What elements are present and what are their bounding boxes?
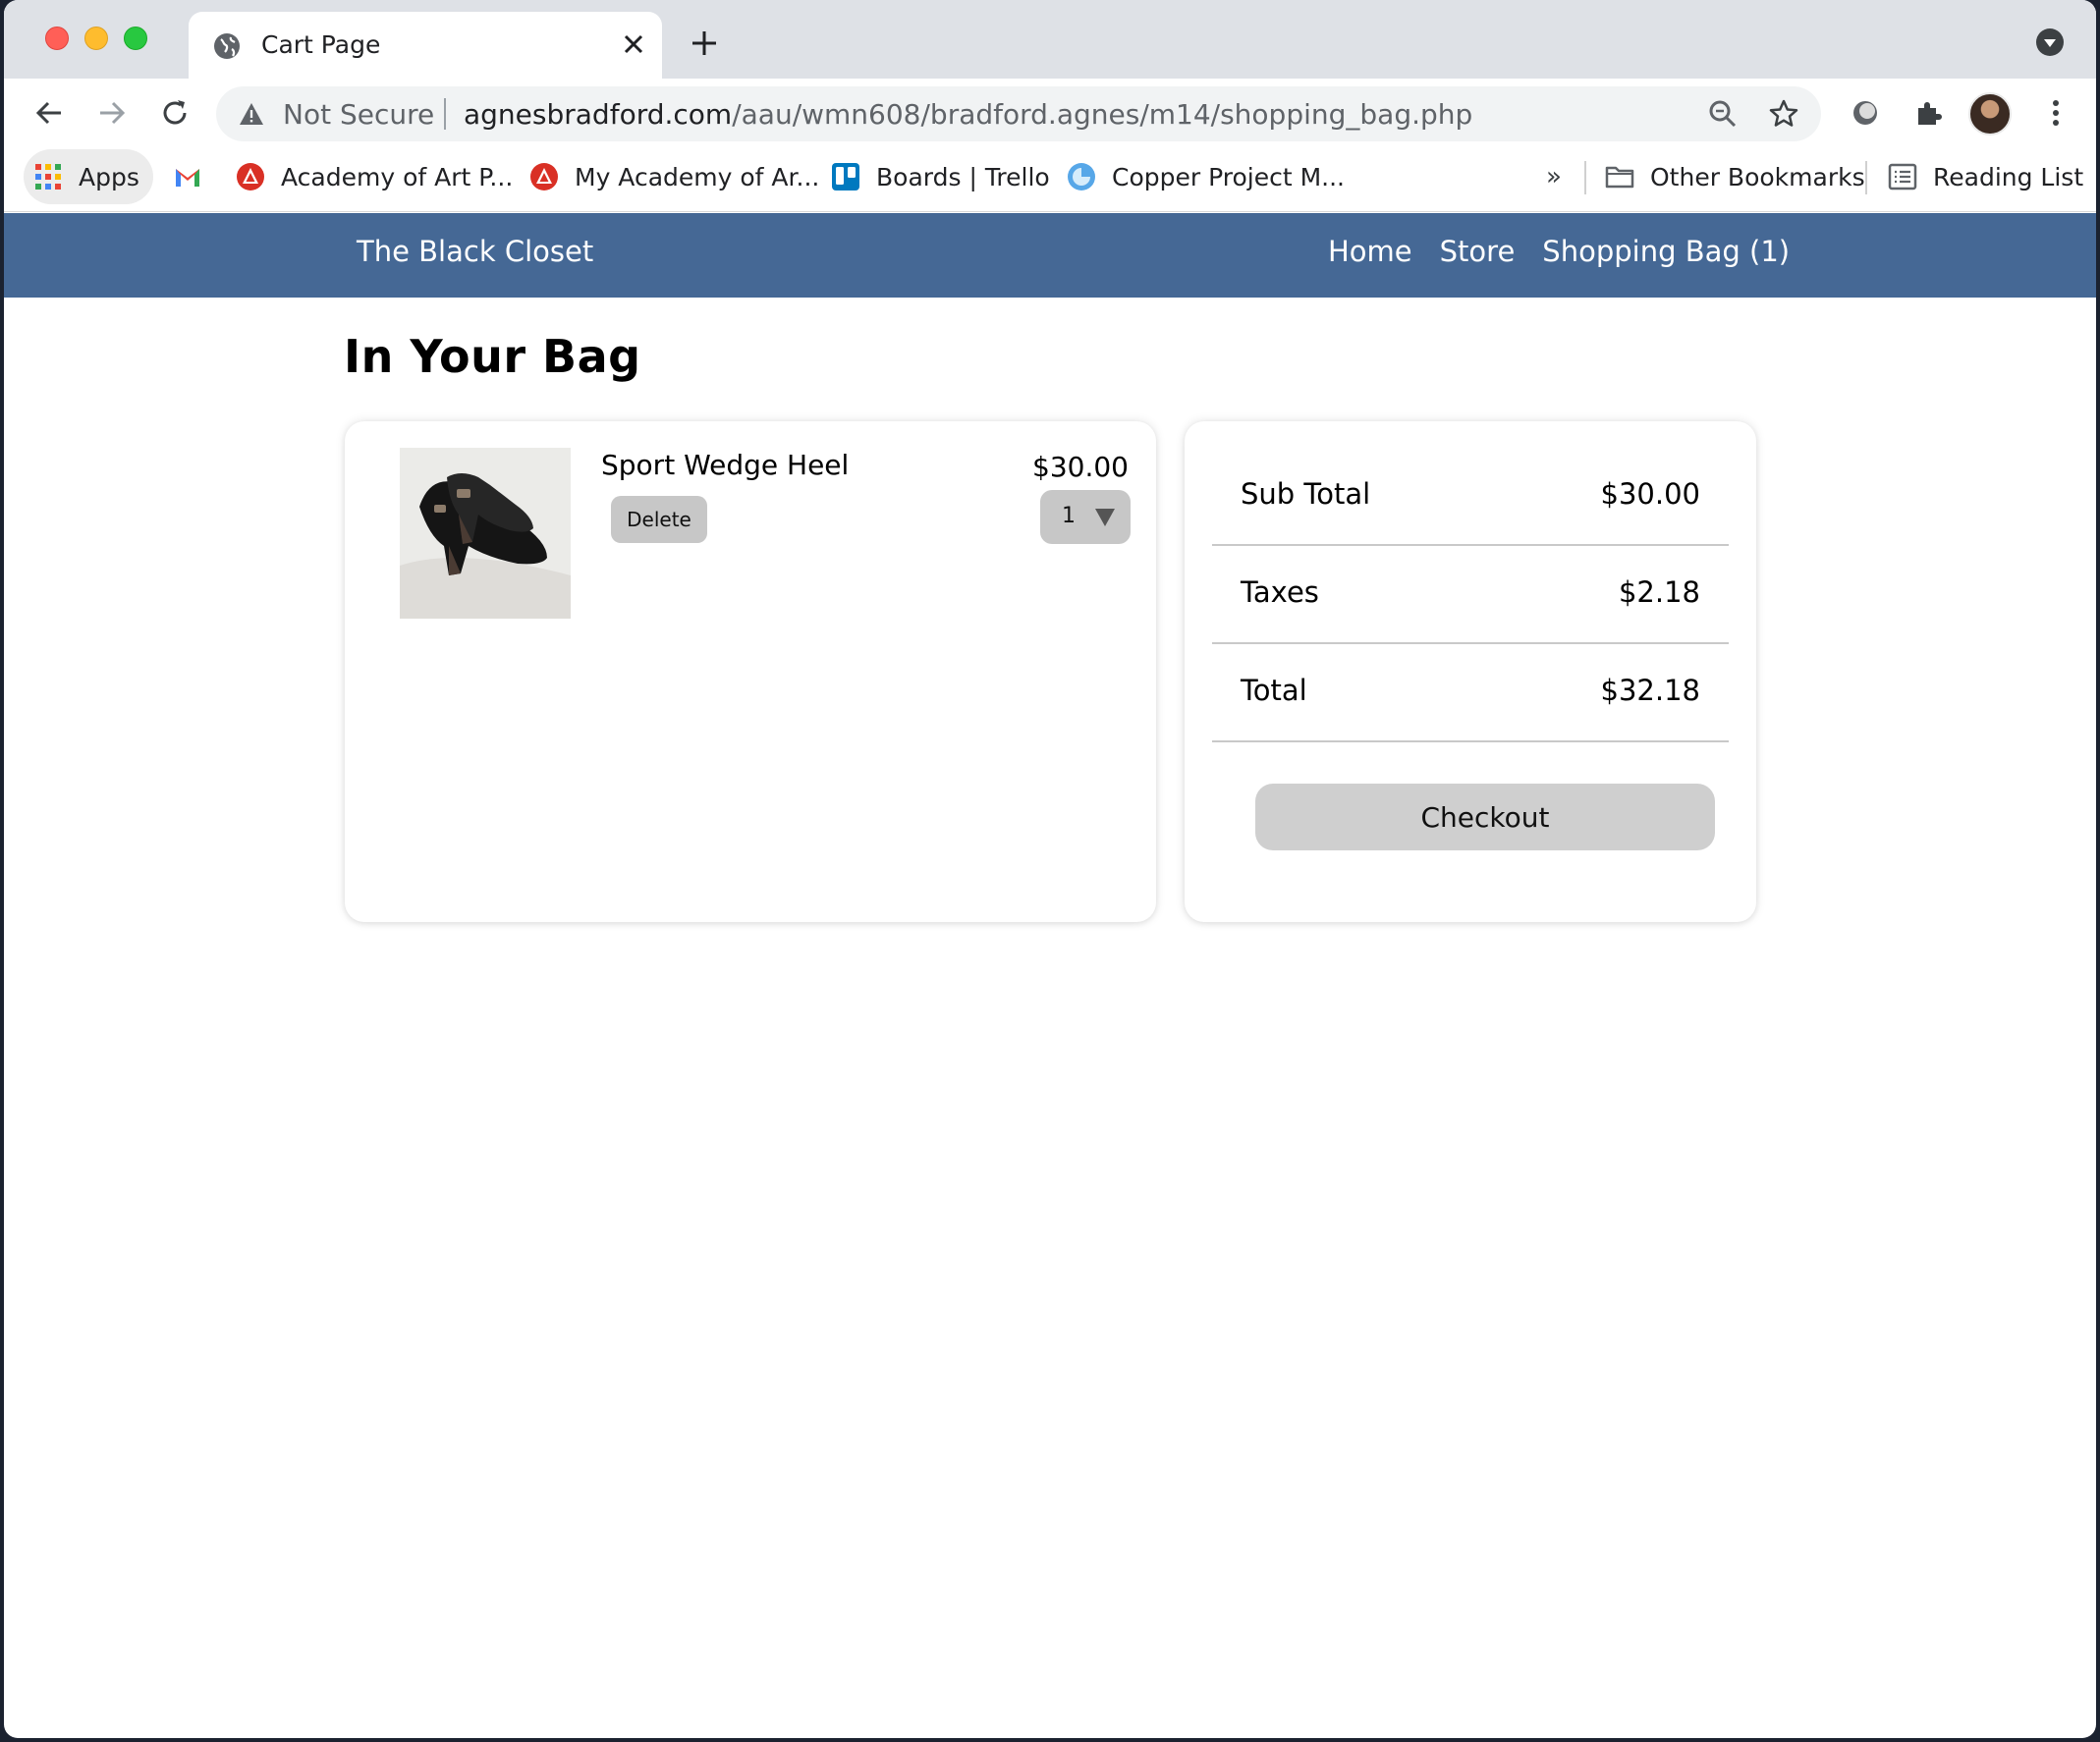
bookmarks-bar: Apps Academy of Art P... My Academy of A…	[4, 147, 2096, 212]
taxes-row: Taxes $2.18	[1212, 546, 1729, 644]
warning-icon[interactable]	[238, 100, 265, 128]
site-navbar: The Black Closet Home Store Shopping Bag…	[4, 213, 2096, 298]
forward-icon[interactable]	[92, 93, 132, 133]
bookmark-copper-label: Copper Project M...	[1112, 162, 1345, 191]
browser-toolbar: Not Secure agnesbradford.com/aau/wmn608/…	[4, 79, 2096, 147]
nav-store-link[interactable]: Store	[1440, 235, 1516, 268]
bookmark-academy-1-label: Academy of Art P...	[281, 162, 514, 191]
tab-cart-page[interactable]: Cart Page	[189, 12, 662, 79]
taxes-value: $2.18	[1618, 575, 1700, 609]
more-menu-icon[interactable]	[2039, 96, 2072, 130]
total-label: Total	[1241, 674, 1307, 707]
tab-title: Cart Page	[261, 30, 381, 59]
nav-home-link[interactable]: Home	[1328, 235, 1412, 268]
maximize-window-button[interactable]	[124, 27, 147, 50]
address-divider	[444, 98, 446, 130]
academy-logo-icon	[237, 163, 264, 191]
nav-shopping-bag-link[interactable]: Shopping Bag (1)	[1542, 235, 1790, 268]
reload-icon[interactable]	[155, 93, 194, 133]
folder-icon	[1605, 166, 1634, 189]
total-row: Total $32.18	[1212, 644, 1729, 742]
delete-item-button[interactable]: Delete	[611, 496, 707, 543]
close-tab-icon[interactable]	[617, 27, 650, 61]
extension-circle-icon[interactable]	[1849, 96, 1882, 130]
bookmarks-overflow-label: »	[1546, 162, 1562, 191]
dropdown-arrow-icon	[1095, 509, 1115, 526]
bookmark-academy-2-label: My Academy of Ar...	[575, 162, 820, 191]
product-name[interactable]: Sport Wedge Heel	[601, 449, 849, 481]
bookmark-other-label: Other Bookmarks	[1650, 162, 1865, 191]
taxes-label: Taxes	[1241, 575, 1319, 609]
bookmark-academy-of-art-1[interactable]: Academy of Art P...	[236, 147, 513, 206]
bookmark-star-icon[interactable]	[1768, 98, 1799, 130]
extensions-puzzle-icon[interactable]	[1911, 96, 1945, 130]
trello-icon	[832, 163, 859, 191]
bookmark-copper[interactable]: Copper Project M...	[1067, 147, 1345, 206]
site-nav-links: Home Store Shopping Bag (1)	[1328, 235, 1790, 268]
total-value: $32.18	[1600, 674, 1700, 707]
site-brand-link[interactable]: The Black Closet	[357, 235, 593, 268]
reading-list-icon	[1888, 163, 1917, 191]
reading-list-label: Reading List	[1933, 162, 2084, 191]
zoom-icon[interactable]	[1707, 98, 1739, 130]
browser-window: Cart Page Not Secure agnesbradford.com/a…	[4, 0, 2096, 1738]
subtotal-label: Sub Total	[1241, 477, 1371, 511]
academy-logo-icon	[530, 163, 558, 191]
apps-grid-icon	[35, 164, 61, 190]
bookmark-apps-label: Apps	[79, 162, 139, 191]
tab-search-icon[interactable]	[2035, 27, 2065, 57]
bookmark-trello-label: Boards | Trello	[876, 162, 1050, 191]
globe-icon	[214, 33, 240, 59]
url-host: agnesbradford.com	[464, 98, 733, 131]
bookmarks-overflow-button[interactable]: »	[1546, 147, 1562, 206]
checkout-button[interactable]: Checkout	[1255, 784, 1715, 850]
minimize-window-button[interactable]	[84, 27, 108, 50]
tab-strip: Cart Page	[4, 0, 2096, 79]
wedge-heel-image	[400, 448, 571, 619]
bookmark-trello[interactable]: Boards | Trello	[831, 147, 1050, 206]
quantity-value: 1	[1062, 504, 1076, 528]
quantity-select[interactable]: 1	[1040, 490, 1131, 544]
security-label[interactable]: Not Secure	[283, 98, 434, 131]
gmail-icon	[176, 169, 199, 187]
copper-logo-icon	[1068, 163, 1095, 191]
bookmarks-divider	[1865, 161, 1867, 194]
bookmarks-divider	[1584, 161, 1586, 194]
back-icon[interactable]	[29, 93, 69, 133]
subtotal-row: Sub Total $30.00	[1212, 448, 1729, 546]
reading-list-button[interactable]: Reading List	[1888, 147, 2083, 206]
url-path: /aau/wmn608/bradford.agnes/m14/shopping_…	[732, 98, 1473, 131]
subtotal-value: $30.00	[1600, 477, 1700, 511]
cart-items-card: Sport Wedge Heel Delete $30.00 1	[345, 421, 1156, 922]
bookmark-other-bookmarks[interactable]: Other Bookmarks	[1605, 147, 1865, 206]
bookmark-gmail[interactable]	[173, 147, 202, 206]
product-price: $30.00	[1032, 451, 1129, 483]
profile-avatar[interactable]	[1968, 92, 2012, 136]
page-title: In Your Bag	[344, 330, 641, 383]
address-bar[interactable]: Not Secure agnesbradford.com/aau/wmn608/…	[216, 86, 1821, 141]
url-text[interactable]: agnesbradford.com/aau/wmn608/bradford.ag…	[464, 98, 1472, 131]
order-summary-card: Sub Total $30.00 Taxes $2.18 Total $32.1…	[1185, 421, 1756, 922]
bookmark-academy-of-art-2[interactable]: My Academy of Ar...	[529, 147, 819, 206]
close-window-button[interactable]	[45, 27, 69, 50]
product-image	[400, 448, 571, 619]
bookmark-apps[interactable]: Apps	[24, 149, 153, 204]
new-tab-icon[interactable]	[685, 24, 724, 63]
